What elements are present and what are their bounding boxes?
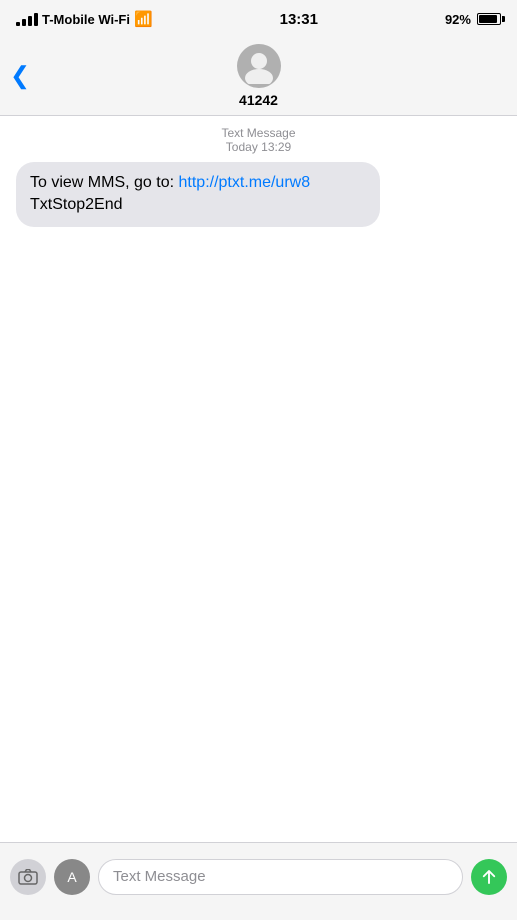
status-left: T-Mobile Wi-Fi 📶 [16, 10, 153, 28]
signal-bars-icon [16, 12, 38, 26]
timestamp-date: Today 13:29 [16, 140, 501, 154]
main-content: Text Message Today 13:29 To view MMS, go… [0, 116, 517, 920]
wifi-icon: 📶 [134, 10, 153, 28]
message-area: Text Message Today 13:29 To view MMS, go… [0, 116, 517, 920]
message-bubble: To view MMS, go to: http://ptxt.me/urw8 T… [16, 162, 380, 227]
appstore-button[interactable]: A [54, 859, 90, 895]
timestamp-label: Text Message [16, 126, 501, 140]
carrier-label: T-Mobile Wi-Fi [42, 12, 130, 27]
status-bar: T-Mobile Wi-Fi 📶 13:31 92% [0, 0, 517, 36]
camera-icon [18, 869, 38, 885]
svg-text:A: A [67, 869, 77, 885]
nav-bar: ❮ 41242 [0, 36, 517, 116]
contact-info[interactable]: 41242 [237, 44, 281, 108]
avatar [237, 44, 281, 88]
contact-number: 41242 [239, 92, 278, 108]
person-icon [241, 48, 277, 84]
input-bar: A Text Message [0, 842, 517, 920]
battery-percent: 92% [445, 12, 471, 27]
message-text-before-link: To view MMS, go to: [30, 174, 179, 191]
back-button[interactable]: ❮ [10, 61, 30, 90]
message-text-after-link: TxtStop2End [30, 196, 123, 213]
appstore-icon: A [62, 867, 82, 887]
message-timestamp: Text Message Today 13:29 [16, 126, 501, 154]
message-input[interactable]: Text Message [98, 859, 463, 895]
message-input-placeholder: Text Message [113, 868, 206, 885]
message-link[interactable]: http://ptxt.me/urw8 [179, 174, 311, 191]
camera-button[interactable] [10, 859, 46, 895]
battery-icon [477, 13, 501, 25]
send-button[interactable] [471, 859, 507, 895]
status-time: 13:31 [280, 11, 318, 28]
status-right: 92% [445, 12, 501, 27]
send-icon [480, 868, 498, 886]
